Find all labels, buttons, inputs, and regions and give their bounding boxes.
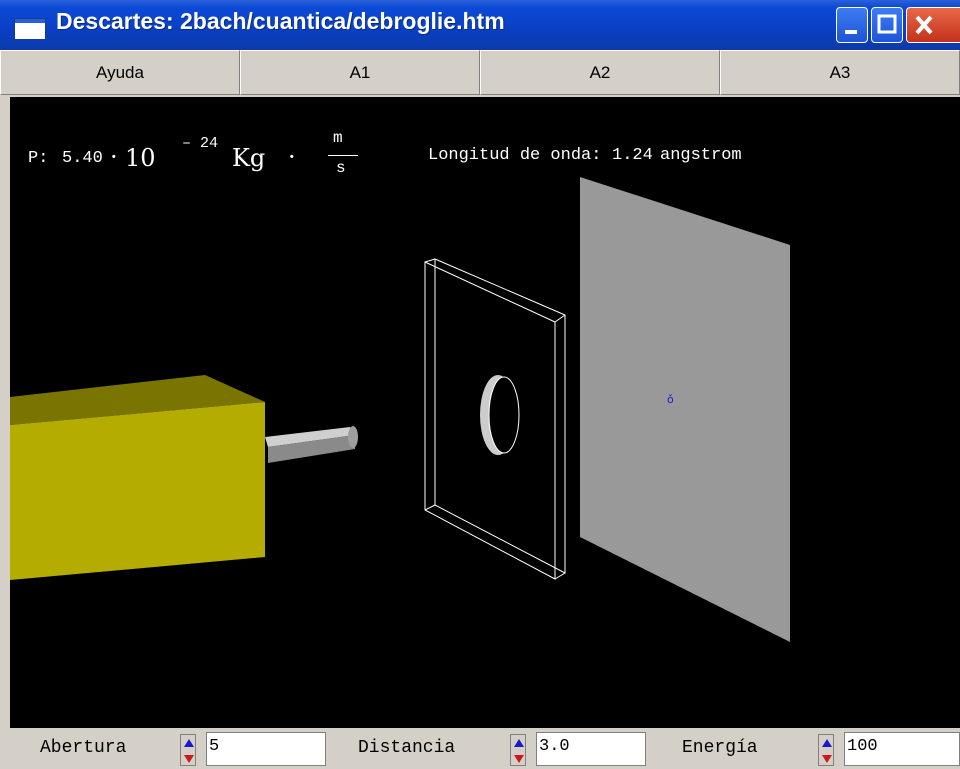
electron-gun	[10, 375, 265, 580]
scene-canvas[interactable]: P: 5.40 · 10 – 24 Kg · m s Longitud de o…	[10, 97, 960, 728]
left-border	[0, 97, 10, 769]
spinner-arrows-icon	[184, 739, 194, 763]
abertura-input[interactable]: 5	[206, 732, 326, 766]
menu-a1-button[interactable]: A1	[240, 50, 480, 95]
window-icon	[14, 18, 46, 40]
energia-spinner[interactable]	[818, 734, 834, 766]
abertura-label: Abertura	[40, 738, 127, 758]
energia-label: Energía	[682, 738, 758, 758]
distancia-input[interactable]: 3.0	[536, 732, 646, 766]
control-bar: Abertura 5 Distancia 3.0 Energía 100	[10, 728, 960, 769]
minimize-button[interactable]	[836, 7, 868, 43]
title-bar[interactable]: Descartes: 2bach/cuantica/debroglie.htm	[0, 0, 960, 50]
menu-bar: Ayuda A1 A2 A3	[0, 50, 960, 97]
diffraction-mark: ǒ	[667, 393, 674, 406]
close-button[interactable]	[906, 7, 960, 43]
distancia-spinner[interactable]	[510, 734, 526, 766]
spinner-arrows-icon	[822, 739, 832, 763]
distancia-label: Distancia	[358, 738, 456, 758]
window-title: Descartes: 2bach/cuantica/debroglie.htm	[56, 8, 505, 34]
maximize-button[interactable]	[871, 7, 903, 43]
menu-a3-button[interactable]: A3	[720, 50, 960, 95]
close-icon	[915, 15, 933, 35]
menu-ayuda-button[interactable]: Ayuda	[0, 50, 240, 95]
scene-3d: ǒ	[10, 177, 790, 642]
energia-input[interactable]: 100	[844, 732, 960, 766]
gun-nozzle	[265, 426, 358, 463]
abertura-spinner[interactable]	[180, 734, 196, 766]
aperture-ring	[480, 375, 520, 455]
maximize-icon	[877, 14, 897, 34]
spinner-arrows-icon	[514, 739, 524, 763]
minimize-icon	[845, 30, 857, 34]
menu-a2-button[interactable]: A2	[480, 50, 720, 95]
detector-screen	[580, 177, 790, 642]
